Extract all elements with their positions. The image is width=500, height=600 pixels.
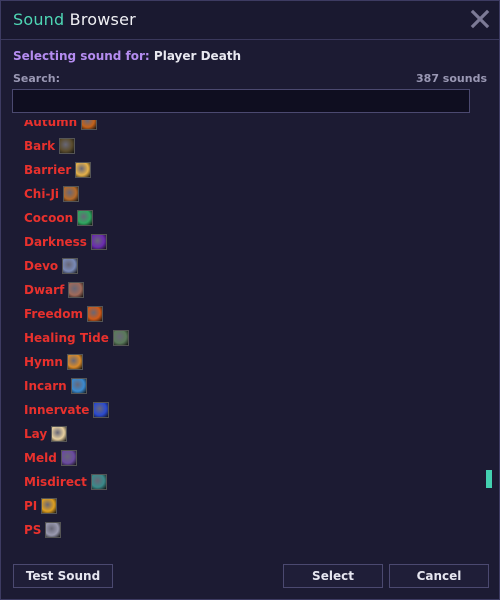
sound-name: Lay [24,427,48,441]
barrier-icon [75,162,92,178]
hymn-icon [66,354,83,370]
lay-icon [51,426,68,442]
freedom-icon [86,306,103,322]
sound-browser-window: Sound Browser Selecting sound for: Playe… [0,0,500,600]
title-bar: Sound Browser [1,1,499,40]
sound-list-item[interactable]: Cocoon [12,206,472,230]
sound-name: Hymn [24,355,63,369]
selecting-for-label: Selecting sound for: [13,49,154,63]
sound-list-item[interactable]: PI [12,494,472,518]
sound-list-item[interactable]: Lay [12,422,472,446]
sound-name: Chi-Ji [24,187,60,201]
devo-icon [62,258,79,274]
sound-name: Misdirect [24,475,87,489]
sound-name: Cocoon [24,211,74,225]
sound-name: Incarn [24,379,67,393]
close-icon[interactable] [470,9,490,29]
sound-name: Autumn [24,120,78,129]
sound-list-item[interactable]: Hymn [12,350,472,374]
pi-icon [41,498,58,514]
incarn-icon [70,378,87,394]
sound-list-item[interactable]: Dwarf [12,278,472,302]
sound-list-item[interactable]: PS [12,518,472,542]
chi-ji-icon [63,186,80,202]
sound-list-item[interactable]: Darkness [12,230,472,254]
sound-list-item[interactable]: Healing Tide [12,326,472,350]
sound-list-item[interactable]: Misdirect [12,470,472,494]
search-label: Search: [13,72,60,85]
sound-name: PI [24,499,38,513]
sound-name: Innervate [24,403,90,417]
sound-list-item[interactable]: Chi-Ji [12,182,472,206]
sound-list-item[interactable]: Barrier [12,158,472,182]
sound-name: Meld [24,451,57,465]
scrollbar[interactable] [486,120,493,550]
sound-list-item[interactable]: Innervate [12,398,472,422]
cocoon-icon [77,210,94,226]
sound-name: Healing Tide [24,331,109,345]
darkness-icon [90,234,107,250]
title-rest: Browser [64,10,136,29]
innervate-icon [93,402,110,418]
search-input[interactable] [12,89,470,113]
cancel-button[interactable]: Cancel [389,564,489,588]
sound-name: PS [24,523,42,537]
ps-icon [45,522,62,538]
test-sound-button[interactable]: Test Sound [13,564,113,588]
sound-name: Darkness [24,235,87,249]
sound-name: Devo [24,259,59,273]
sound-name: Freedom [24,307,83,321]
sound-list-item[interactable]: Meld [12,446,472,470]
selecting-for-text: Selecting sound for: Player Death [13,49,241,63]
title-accent: Sound [13,10,65,29]
sound-count: 387 sounds [416,72,487,85]
healing-tide-icon [112,330,129,346]
misdirect-icon [90,474,107,490]
meld-icon [60,450,77,466]
sound-list-item[interactable]: Freedom [12,302,472,326]
sound-list-item[interactable]: Autumn [12,120,472,134]
sound-name: Bark [24,139,56,153]
dwarf-icon [68,282,85,298]
sound-list-item[interactable]: Bark [12,134,472,158]
window-title: Sound Browser [13,10,136,29]
scrollbar-thumb[interactable] [486,470,492,488]
bark-icon [59,138,76,154]
sound-name: Barrier [24,163,72,177]
autumn-icon [81,120,98,130]
sound-list-item[interactable]: Incarn [12,374,472,398]
sound-list-item[interactable]: Devo [12,254,472,278]
sound-name: Dwarf [24,283,65,297]
selecting-for-value: Player Death [153,49,242,63]
sound-list[interactable]: Autumn Bark Barrier Chi-Ji Cocoon Darkness Dev… [12,120,490,550]
select-button[interactable]: Select [283,564,383,588]
